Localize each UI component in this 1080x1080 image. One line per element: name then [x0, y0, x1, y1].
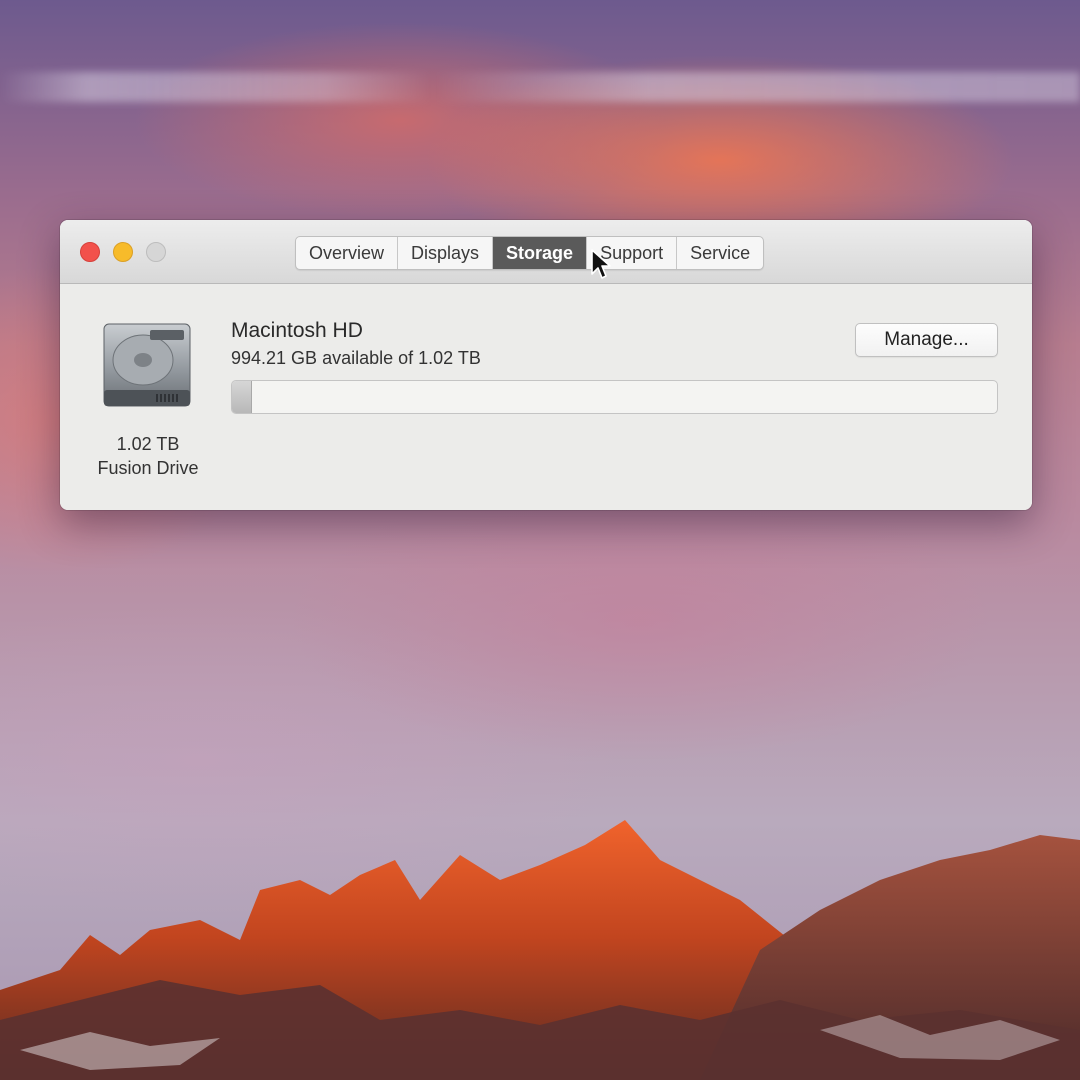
about-this-mac-window: Overview Displays Storage Support Servic…	[60, 220, 1032, 510]
tab-bar: Overview Displays Storage Support Servic…	[295, 236, 765, 270]
storage-used-segment	[232, 381, 253, 413]
manage-button[interactable]: Manage...	[855, 323, 998, 357]
volume-name: Macintosh HD	[231, 319, 363, 342]
mountain-wallpaper	[0, 820, 1080, 1080]
minimize-button[interactable]	[113, 242, 133, 262]
volume-availability: 994.21 GB available of 1.02 TB	[231, 348, 481, 368]
title-bar: Overview Displays Storage Support Servic…	[60, 220, 1032, 284]
mouse-pointer-icon	[591, 249, 611, 279]
hard-drive-icon	[103, 323, 191, 407]
tab-overview[interactable]: Overview	[296, 237, 399, 269]
disk-capacity: 1.02 TB	[116, 434, 180, 454]
wallpaper-glare	[0, 72, 1080, 102]
zoom-button[interactable]	[146, 242, 166, 262]
storage-usage-bar	[231, 380, 998, 414]
tab-storage[interactable]: Storage	[493, 237, 588, 269]
storage-pane: 1.02 TB Fusion Drive Macintosh HD 994.21…	[60, 284, 1032, 510]
disk-type: Fusion Drive	[97, 458, 199, 478]
close-button[interactable]	[80, 242, 100, 262]
tab-service[interactable]: Service	[677, 237, 763, 269]
tab-displays[interactable]: Displays	[398, 237, 494, 269]
